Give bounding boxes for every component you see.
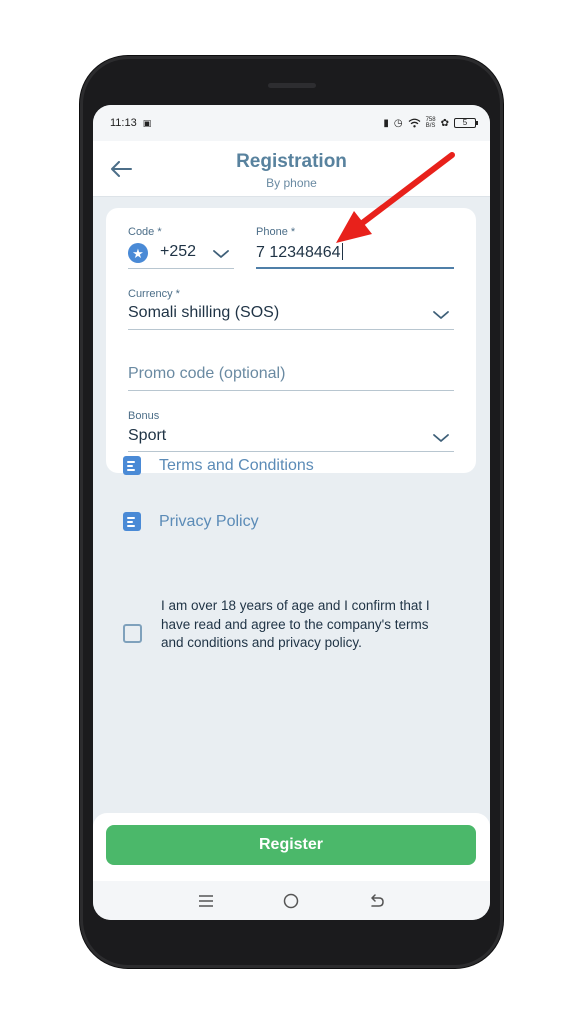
- bonus-label: Bonus: [128, 410, 160, 422]
- status-time: 11:13: [110, 117, 137, 129]
- alarm-icon: ◷: [393, 117, 403, 129]
- phone-speaker: [268, 83, 316, 88]
- phone-screen: 11:13 ▣ ▮ ◷ 758 B/S ✿ 5 Registration By …: [93, 105, 490, 920]
- network-speed-unit: B/S: [425, 123, 436, 129]
- agreement-text: I am over 18 years of age and I confirm …: [161, 598, 430, 650]
- text-cursor: [341, 243, 344, 260]
- document-icon: [123, 512, 141, 531]
- menu-icon: [198, 894, 213, 907]
- page-subtitle: By phone: [266, 176, 317, 190]
- back-return-icon: [371, 893, 384, 907]
- registration-form: Code * ★ +252 Phone * 7 12348464 Currenc…: [106, 208, 476, 473]
- vibrate-icon: ▮: [383, 117, 389, 129]
- code-label: Code *: [128, 226, 162, 238]
- phone-value: 7 12348464: [256, 244, 341, 261]
- document-icon: [123, 456, 141, 475]
- nav-home-button[interactable]: [279, 891, 303, 911]
- code-value: +252: [160, 243, 197, 260]
- app-header: Registration By phone: [93, 141, 490, 197]
- bottom-action-area: Register: [93, 813, 490, 881]
- privacy-link[interactable]: Privacy Policy: [123, 512, 259, 531]
- nav-menu-button[interactable]: [194, 891, 218, 911]
- terms-link-label: Terms and Conditions: [159, 456, 314, 474]
- battery-level: 5: [462, 118, 468, 127]
- nav-back-button[interactable]: [365, 891, 389, 911]
- wifi-icon: [408, 118, 421, 128]
- home-circle-icon: [284, 893, 299, 908]
- status-icons: ▮ ◷ 758 B/S ✿ 5: [383, 117, 478, 129]
- chevron-down-icon: [433, 311, 449, 319]
- currency-underline: [128, 329, 454, 330]
- code-underline: [128, 268, 234, 269]
- bonus-underline: [128, 451, 454, 452]
- currency-value: Somali shilling (SOS): [128, 304, 280, 321]
- promo-underline: [128, 390, 454, 391]
- somalia-flag-icon: ★: [128, 243, 148, 263]
- phone-frame: 11:13 ▣ ▮ ◷ 758 B/S ✿ 5 Registration By …: [80, 56, 503, 968]
- charging-icon: ✿: [440, 117, 449, 129]
- chevron-down-icon: [213, 250, 229, 258]
- bonus-value: Sport: [128, 427, 167, 444]
- phone-input[interactable]: 7 12348464: [256, 243, 344, 262]
- network-speed: 758 B/S: [426, 117, 436, 129]
- status-bar: 11:13 ▣ ▮ ◷ 758 B/S ✿ 5: [93, 105, 490, 141]
- notification-icon: ▣: [142, 117, 152, 128]
- chevron-down-icon: [433, 434, 449, 442]
- page-title: Registration: [236, 151, 347, 172]
- terms-link[interactable]: Terms and Conditions: [123, 456, 314, 475]
- privacy-link-label: Privacy Policy: [159, 512, 259, 530]
- register-button[interactable]: Register: [106, 825, 476, 865]
- agreement-checkbox[interactable]: [123, 624, 142, 643]
- phone-label: Phone *: [256, 226, 296, 238]
- battery-icon: 5: [454, 118, 478, 128]
- promo-code-placeholder: Promo code (optional): [128, 365, 286, 382]
- currency-label: Currency *: [128, 288, 180, 300]
- system-nav-bar: [93, 881, 490, 920]
- phone-underline: [256, 267, 454, 269]
